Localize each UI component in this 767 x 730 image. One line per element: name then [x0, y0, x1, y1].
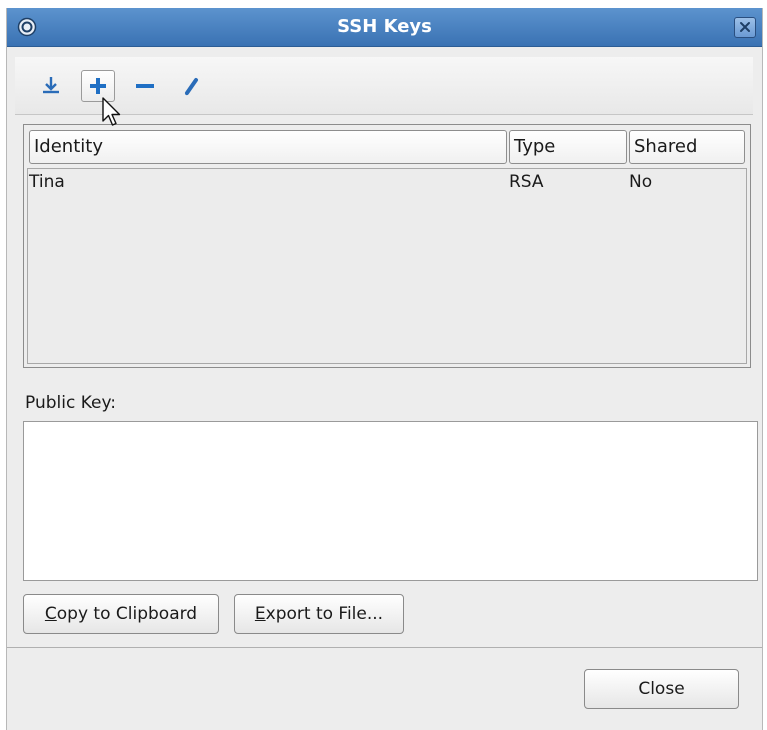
close-button[interactable]: Close	[584, 669, 739, 709]
shared-cell: No	[629, 172, 653, 192]
copy-mnemonic: C	[44, 604, 57, 624]
table-body[interactable]: Tina RSA No	[27, 168, 747, 364]
copy-label: opy to Clipboard	[56, 604, 198, 624]
title-bar[interactable]: SSH Keys	[7, 8, 762, 47]
toolbar	[15, 57, 753, 115]
export-to-file-button[interactable]: Export to File...	[234, 594, 404, 634]
edit-key-button[interactable]	[175, 70, 209, 102]
export-mnemonic: E	[254, 604, 266, 624]
mouse-cursor-icon	[102, 97, 121, 126]
column-header-type[interactable]: Type	[509, 130, 627, 164]
import-key-button[interactable]	[34, 70, 68, 102]
column-header-identity[interactable]: Identity	[29, 130, 507, 164]
public-key-textarea[interactable]	[23, 421, 758, 581]
remove-key-button[interactable]	[128, 70, 162, 102]
column-header-shared[interactable]: Shared	[629, 130, 745, 164]
identity-cell: Tina	[29, 172, 65, 192]
copy-to-clipboard-button[interactable]: Copy to Clipboard	[23, 594, 219, 634]
export-label: xport to File...	[265, 604, 384, 624]
download-icon	[43, 77, 59, 94]
divider	[7, 647, 762, 648]
pencil-icon	[185, 78, 198, 96]
public-key-label: Public Key:	[25, 393, 117, 413]
type-cell: RSA	[509, 172, 544, 192]
close-icon[interactable]	[734, 17, 756, 38]
window-title: SSH Keys	[337, 16, 432, 37]
minus-icon	[136, 84, 154, 88]
table-row[interactable]: Tina RSA No	[28, 169, 746, 197]
ssh-keys-table: Identity Type Shared Tina RSA No	[23, 124, 751, 368]
